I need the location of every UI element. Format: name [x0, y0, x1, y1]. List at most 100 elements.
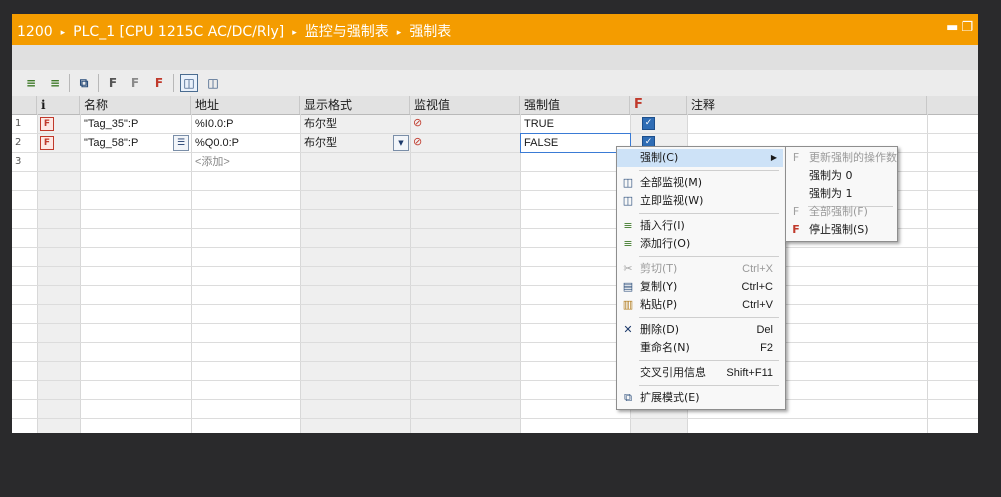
- insert-row-icon[interactable]: ≡: [22, 74, 40, 92]
- menu-item-monitor-all[interactable]: ◫ 全部监视(M): [617, 174, 783, 192]
- menu-item-expanded-mode[interactable]: ⧉ 扩展模式(E): [617, 389, 783, 407]
- toolbar: ≡ ≡ ⧉ F F F ◫ ◫: [12, 70, 978, 96]
- breadcrumb-separator-icon: ▸: [396, 28, 402, 38]
- menu-item-shortcut: Ctrl+V: [742, 299, 773, 311]
- tag-address[interactable]: %I0.0:P: [191, 115, 300, 133]
- update-force-icon[interactable]: F: [104, 74, 122, 92]
- breadcrumb-separator-icon: ▸: [292, 28, 297, 38]
- menu-item-label: 全部强制(F): [809, 205, 868, 218]
- tag-list-icon[interactable]: ☰: [173, 135, 189, 151]
- submenu-item-force-1[interactable]: 强制为 1: [786, 185, 895, 203]
- menu-item-copy[interactable]: ▤ 复制(Y) Ctrl+C: [617, 278, 783, 296]
- menu-item-add-row[interactable]: ≡ 添加行(O): [617, 235, 783, 253]
- toolbar-divider: [173, 74, 174, 92]
- grid-line: [12, 323, 978, 324]
- row-number: 3: [15, 156, 22, 167]
- menu-item-monitor-now[interactable]: ◫ 立即监视(W): [617, 192, 783, 210]
- menu-item-label: 立即监视(W): [640, 194, 704, 207]
- menu-item-cut[interactable]: ✂ 剪切(T) Ctrl+X: [617, 260, 783, 278]
- menu-item-label: 交叉引用信息: [640, 366, 706, 379]
- menu-item-label: 删除(D): [640, 323, 680, 336]
- chevron-right-icon: ▶: [770, 153, 777, 162]
- breadcrumb-item-plc[interactable]: PLC_1 [CPU 1215C AC/DC/Rly]: [73, 24, 284, 40]
- grid-line: [12, 361, 978, 362]
- force-all-icon: F: [792, 205, 800, 218]
- breadcrumb-item-force-table: 强制表: [409, 24, 452, 40]
- force-submenu: F 更新强制的操作数 强制为 0 强制为 1 F 全部强制(F) F 停止强制(…: [785, 146, 898, 242]
- menu-item-rename[interactable]: 重命名(N) F2: [617, 339, 783, 357]
- menu-item-label: 重命名(N): [640, 341, 690, 354]
- column-header-info[interactable]: i: [37, 96, 80, 114]
- breadcrumb-item-1200[interactable]: 1200: [17, 24, 53, 40]
- display-format[interactable]: 布尔型: [300, 115, 410, 133]
- menu-item-label: 强制(C): [640, 151, 679, 164]
- column-header-force-flag[interactable]: F: [630, 96, 687, 114]
- tab-strip: [12, 45, 978, 71]
- menu-item-force[interactable]: 强制(C) ▶: [617, 149, 783, 167]
- menu-item-shortcut: Ctrl+C: [741, 281, 773, 293]
- breadcrumb-item-watch-force-tables[interactable]: 监控与强制表: [305, 21, 389, 41]
- menu-item-label: 插入行(I): [640, 219, 685, 232]
- menu-item-paste[interactable]: ▥ 粘贴(P) Ctrl+V: [617, 296, 783, 314]
- breadcrumb: 1200 ▸ PLC_1 [CPU 1215C AC/DC/Rly] ▸ 监控与强制表 ▸…: [17, 21, 451, 41]
- insert-row-icon: ≡: [623, 219, 633, 232]
- grid-line: [12, 399, 978, 400]
- grid-line: [12, 342, 978, 343]
- column-header-name[interactable]: 名称: [80, 96, 191, 114]
- chevron-down-icon[interactable]: ▼: [393, 135, 409, 151]
- menu-item-shortcut: F2: [760, 342, 773, 354]
- submenu-item-stop-force[interactable]: F 停止强制(S): [786, 221, 895, 239]
- menu-item-insert-row[interactable]: ≡ 插入行(I): [617, 217, 783, 235]
- stop-force-icon[interactable]: F: [150, 74, 168, 92]
- menu-item-label: 剪切(T): [640, 262, 678, 275]
- force-all-icon[interactable]: F: [126, 74, 144, 92]
- toolbar-divider: [69, 74, 70, 92]
- tag-name[interactable]: "Tag_58":P: [80, 134, 170, 152]
- menu-separator: [639, 317, 779, 318]
- tag-name[interactable]: "Tag_35":P: [80, 115, 191, 133]
- context-menu: 强制(C) ▶ ◫ 全部监视(M) ◫ 立即监视(W) ≡ 插入行(I) ≡ 添…: [616, 146, 786, 410]
- force-value[interactable]: FALSE: [520, 134, 628, 152]
- force-value[interactable]: TRUE: [520, 115, 630, 133]
- column-header-force-value[interactable]: 强制值: [520, 96, 630, 114]
- copy-icon: ▤: [622, 280, 634, 293]
- monitor-now-icon: ◫: [622, 194, 634, 207]
- submenu-item-force-0[interactable]: 强制为 0: [786, 167, 895, 185]
- menu-item-cross-reference[interactable]: 交叉引用信息 Shift+F11: [617, 364, 783, 382]
- monitor-all-icon: ◫: [622, 176, 634, 189]
- column-header-address[interactable]: 地址: [191, 96, 300, 114]
- menu-item-delete[interactable]: ✕ 删除(D) Del: [617, 321, 783, 339]
- add-new-placeholder[interactable]: <添加>: [191, 153, 300, 171]
- grid-line: [300, 114, 301, 433]
- force-checkbox[interactable]: ✓: [642, 117, 655, 130]
- submenu-item-force-all[interactable]: F 全部强制(F): [786, 203, 895, 221]
- grid-line: [12, 418, 978, 419]
- expanded-mode-icon: ⧉: [624, 391, 632, 404]
- display-format[interactable]: 布尔型: [300, 134, 390, 152]
- tag-address[interactable]: %Q0.0:P: [191, 134, 300, 152]
- add-row-icon[interactable]: ≡: [46, 74, 64, 92]
- update-force-icon: F: [792, 151, 800, 164]
- monitor-now-icon[interactable]: ◫: [204, 74, 222, 92]
- grid-line: [12, 285, 978, 286]
- grid-line: [80, 114, 81, 433]
- expanded-mode-icon[interactable]: ⧉: [75, 74, 93, 92]
- column-header-comment[interactable]: 注释: [687, 96, 927, 114]
- row-number: 2: [15, 137, 22, 148]
- column-header-monitor-value[interactable]: 监视值: [410, 96, 520, 114]
- menu-separator: [639, 256, 779, 257]
- grid-line: [12, 380, 978, 381]
- stop-force-icon: F: [792, 223, 800, 236]
- submenu-item-update-force[interactable]: F 更新强制的操作数: [786, 149, 897, 167]
- window-buttons[interactable]: ▬❐: [946, 20, 976, 35]
- breadcrumb-separator-icon: ▸: [60, 28, 66, 38]
- menu-separator: [639, 385, 779, 386]
- menu-item-label: 强制为 1: [809, 187, 853, 200]
- menu-item-label: 复制(Y): [640, 280, 678, 293]
- menu-separator: [639, 170, 779, 171]
- monitor-all-icon[interactable]: ◫: [180, 74, 198, 92]
- row-number-header: [12, 96, 37, 114]
- column-header-display-format[interactable]: 显示格式: [300, 96, 410, 114]
- force-flag-icon: F: [40, 117, 54, 131]
- menu-item-shortcut: Del: [756, 324, 773, 336]
